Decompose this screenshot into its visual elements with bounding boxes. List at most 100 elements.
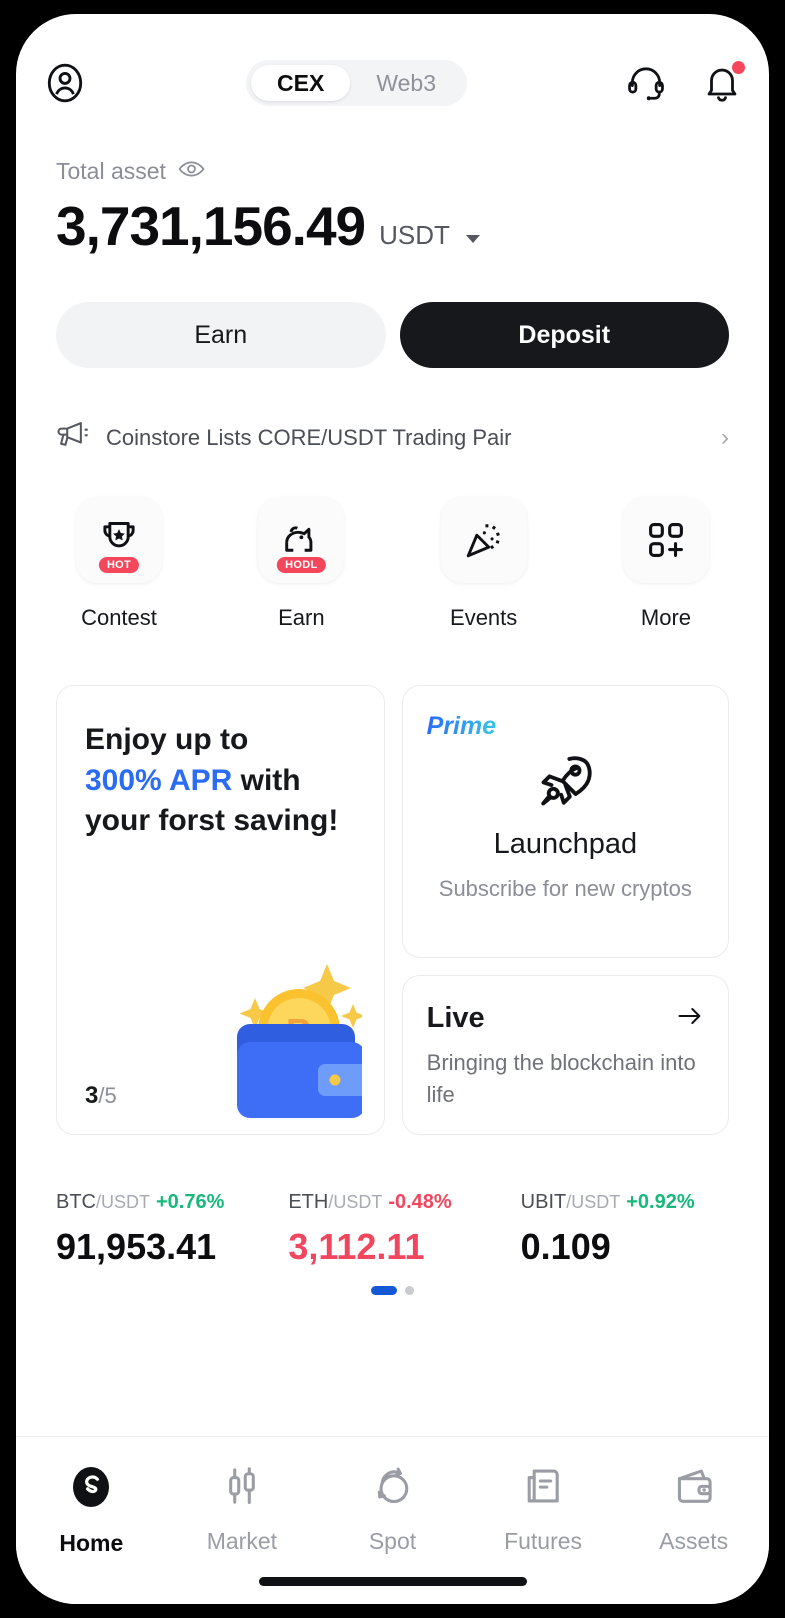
- deposit-button[interactable]: Deposit: [399, 302, 729, 368]
- total-asset-label-row: Total asset: [56, 158, 729, 185]
- ticker-eth-change: -0.48%: [388, 1191, 452, 1213]
- quick-action-contest[interactable]: HOT Contest: [72, 497, 166, 631]
- header-right-group: [625, 61, 745, 104]
- segment-web3-label: Web3: [376, 69, 436, 96]
- grid-plus-icon: [622, 497, 709, 583]
- ticker-btc-base: BTC: [56, 1191, 96, 1213]
- nav-item-futures[interactable]: Futures: [483, 1463, 603, 1555]
- app-screen: CEX Web3 Total asset 3,731,156.49 USDT E…: [16, 14, 769, 1604]
- ticker-ubit-price: 0.109: [520, 1226, 611, 1267]
- quick-action-events[interactable]: Events: [437, 497, 531, 631]
- nav-item-assets[interactable]: Assets: [634, 1463, 754, 1555]
- live-title: Live: [426, 1002, 485, 1034]
- promo-cards-row: Enjoy up to 300% APR with your forst sav…: [16, 631, 769, 1135]
- contest-hot-badge: HOT: [98, 557, 140, 573]
- prime-badge: Prime: [426, 712, 497, 740]
- header-left-group: [42, 60, 88, 106]
- saving-promo-line2-rest: with: [232, 763, 301, 797]
- segment-web3[interactable]: Web3: [350, 65, 462, 101]
- currency-selector-label[interactable]: USDT: [379, 220, 450, 254]
- futures-document-icon: [520, 1463, 566, 1514]
- nav-item-market-label: Market: [206, 1528, 278, 1554]
- total-asset-amount-row: 3,731,156.49 USDT: [56, 199, 729, 254]
- ticker-ubit[interactable]: UBIT/USDT +0.92% 0.109: [521, 1191, 729, 1268]
- saving-promo-line2: 300% APR with: [85, 761, 356, 802]
- segment-cex-label: CEX: [277, 69, 325, 96]
- wallet-bitcoin-icon: B: [177, 946, 370, 1126]
- ticker-ubit-base: UBIT: [520, 1191, 567, 1213]
- ticker-eth-quote: /USDT: [328, 1192, 383, 1212]
- total-asset-label: Total asset: [56, 158, 166, 184]
- piggy-bank-icon: HODL: [258, 497, 345, 583]
- ticker-eth-header: ETH/USDT -0.48%: [288, 1191, 496, 1214]
- total-asset-block: Total asset 3,731,156.49 USDT: [16, 114, 769, 254]
- quick-action-more[interactable]: More: [619, 497, 713, 631]
- quick-action-events-label: Events: [450, 605, 518, 630]
- saving-promo-accent: 300% APR: [85, 763, 233, 797]
- carousel-total: /5: [98, 1083, 117, 1108]
- megaphone-icon: [54, 420, 90, 455]
- chevron-right-icon[interactable]: ›: [721, 424, 729, 452]
- nav-item-spot-label: Spot: [368, 1528, 417, 1554]
- earn-button-label: Earn: [194, 320, 248, 349]
- earn-hodl-badge: HODL: [277, 557, 326, 573]
- ticker-row[interactable]: BTC/USDT +0.76% 91,953.41 ETH/USDT -0.48% …: [16, 1135, 769, 1268]
- ticker-pagination-dots[interactable]: [16, 1286, 769, 1295]
- total-asset-amount: 3,731,156.49: [56, 195, 366, 257]
- ticker-ubit-quote: /USDT: [566, 1192, 621, 1212]
- nav-item-home-label: Home: [59, 1530, 124, 1556]
- arrow-right-icon[interactable]: [676, 1004, 704, 1033]
- live-card-header: Live: [427, 1002, 704, 1035]
- deposit-button-label: Deposit: [518, 320, 611, 349]
- pagination-dot[interactable]: [405, 1286, 414, 1295]
- pagination-dot-active[interactable]: [371, 1286, 397, 1295]
- ticker-btc[interactable]: BTC/USDT +0.76% 91,953.41: [56, 1191, 264, 1268]
- chevron-down-icon[interactable]: [465, 235, 480, 243]
- rocket-icon: [536, 751, 594, 814]
- home-logo-icon: [67, 1463, 115, 1516]
- segment-cex[interactable]: CEX: [251, 65, 351, 101]
- primary-actions: Earn Deposit: [16, 254, 769, 368]
- quick-action-more-label: More: [640, 605, 692, 630]
- eye-icon[interactable]: [178, 159, 205, 184]
- party-popper-icon: [440, 497, 527, 583]
- notification-badge-dot: [732, 61, 745, 74]
- saving-promo-line3: your forst saving!: [85, 804, 339, 837]
- headset-icon[interactable]: [625, 62, 667, 104]
- launchpad-title: Launchpad: [493, 828, 638, 860]
- live-subtitle: Bringing the blockchain into life: [426, 1050, 696, 1107]
- quick-action-earn[interactable]: HODL Earn: [254, 497, 348, 631]
- launchpad-subtitle: Subscribe for new cryptos: [438, 876, 692, 901]
- user-circle-icon[interactable]: [42, 60, 88, 106]
- ticker-eth[interactable]: ETH/USDT -0.48% 3,112.11: [288, 1191, 496, 1268]
- nav-item-assets-label: Assets: [659, 1528, 729, 1554]
- carousel-counter: 3/5: [85, 1082, 117, 1110]
- candlestick-icon: [219, 1463, 265, 1514]
- announcement-text: Coinstore Lists CORE/USDT Trading Pair: [106, 424, 512, 450]
- cex-web3-toggle[interactable]: CEX Web3: [246, 60, 467, 106]
- ticker-btc-quote: /USDT: [96, 1192, 150, 1212]
- app-header: CEX Web3: [16, 14, 769, 114]
- saving-promo-text: Enjoy up to 300% APR with your forst sav…: [85, 720, 356, 842]
- ticker-ubit-change: +0.92%: [626, 1191, 695, 1213]
- earn-button[interactable]: Earn: [56, 302, 386, 368]
- ticker-ubit-header: UBIT/USDT +0.92%: [521, 1191, 729, 1214]
- trophy-icon: HOT: [76, 497, 162, 583]
- announcement-bar[interactable]: Coinstore Lists CORE/USDT Trading Pair ›: [16, 368, 769, 455]
- nav-item-home[interactable]: Home: [31, 1463, 151, 1557]
- home-indicator: [258, 1577, 527, 1586]
- nav-item-market[interactable]: Market: [182, 1463, 302, 1555]
- phone-frame: CEX Web3 Total asset 3,731,156.49 USDT E…: [0, 0, 785, 1618]
- live-card[interactable]: Live Bringing the blockchain into life: [401, 975, 729, 1135]
- saving-promo-line1: Enjoy up to: [85, 723, 249, 756]
- ticker-eth-price: 3,112.11: [288, 1226, 425, 1267]
- nav-item-spot[interactable]: Spot: [332, 1463, 452, 1555]
- ticker-eth-base: ETH: [288, 1191, 329, 1213]
- wallet-icon: [671, 1463, 717, 1514]
- spot-swap-icon: [369, 1463, 415, 1514]
- quick-action-earn-label: Earn: [278, 605, 325, 630]
- quick-actions: HOT Contest HODL Earn Events More: [16, 455, 769, 631]
- saving-promo-card[interactable]: Enjoy up to 300% APR with your forst sav…: [56, 685, 385, 1135]
- launchpad-card[interactable]: Prime Launchpad Subscribe for new crypto…: [401, 685, 729, 958]
- bell-icon[interactable]: [701, 61, 745, 104]
